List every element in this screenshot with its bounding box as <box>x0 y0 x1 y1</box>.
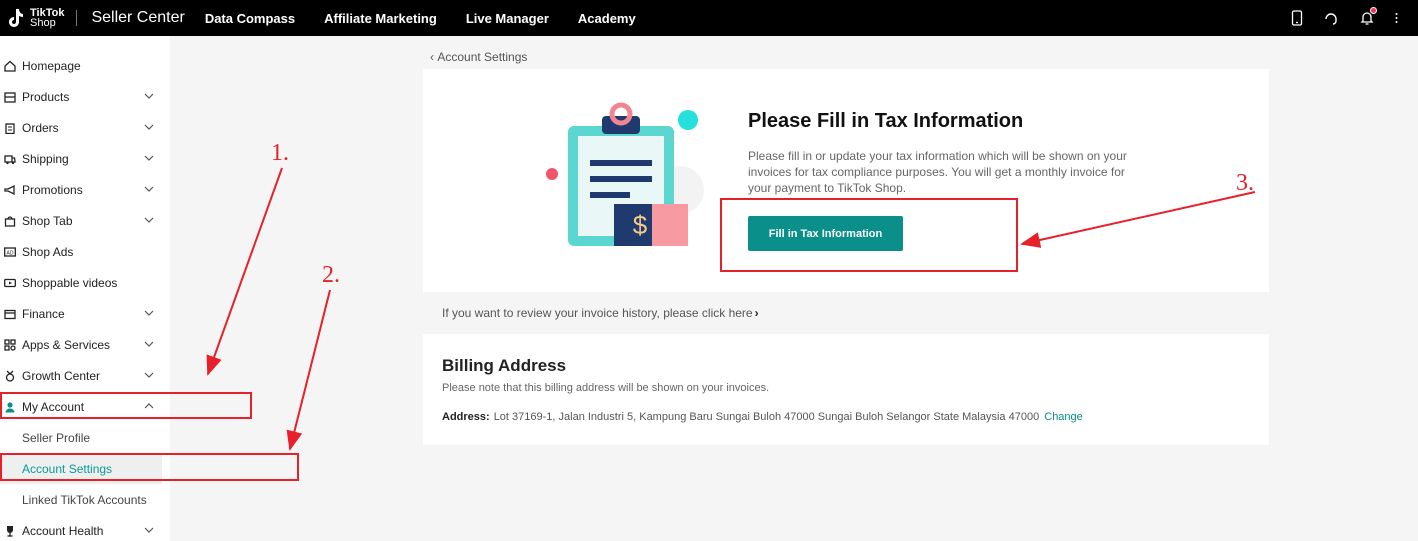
tax-description: Please fill in or update your tax inform… <box>748 149 1127 195</box>
sidebar-item-label: Shoppable videos <box>22 275 118 290</box>
billing-address-row: Address: Lot 37169-1, Jalan Industri 5, K… <box>442 411 1083 423</box>
breadcrumb-label: Account Settings <box>437 50 528 64</box>
logo-divider <box>76 10 78 26</box>
headset-icon[interactable] <box>1323 10 1339 26</box>
more-menu-icon[interactable] <box>1395 12 1398 24</box>
annotation-box-my-account <box>0 392 252 419</box>
sidebar-item-label: Orders <box>22 120 59 135</box>
sidebar-item-account-health[interactable]: Account Health <box>0 515 170 541</box>
logo-line2: Shop <box>30 17 56 29</box>
trophy-icon <box>7 525 13 537</box>
tiktok-shop-logo[interactable]: TikTok Shop <box>6 8 64 29</box>
nav-academy[interactable]: Academy <box>578 11 636 26</box>
sidebar-item-label: Promotions <box>22 182 83 197</box>
chevron-down-icon <box>144 310 154 316</box>
medal-icon <box>5 370 15 382</box>
annotation-number-1: 1. <box>271 140 289 166</box>
breadcrumb[interactable]: ‹ Account Settings <box>430 50 527 64</box>
address-label: Address: <box>442 411 490 423</box>
sidebar-item-label: Shop Ads <box>22 244 74 259</box>
annotation-box-account-settings <box>0 453 299 481</box>
sidebar-item-label: Apps & Services <box>22 337 111 352</box>
chevron-left-icon: ‹ <box>430 50 434 64</box>
billing-title: Billing Address <box>442 356 567 375</box>
top-navbar: TikTok Shop Seller Center Data Compass A… <box>0 0 1418 36</box>
nav-data-compass[interactable]: Data Compass <box>205 11 295 26</box>
shop-bag-icon <box>4 215 16 227</box>
sidebar-item-label: Finance <box>22 306 65 321</box>
sidebar-item-shoppable-videos[interactable]: Shoppable videos <box>0 267 170 298</box>
sidebar-item-shop-ads[interactable]: AD Shop Ads <box>0 236 170 267</box>
sidebar-item-label: Growth Center <box>22 368 101 383</box>
chevron-down-icon <box>144 93 154 99</box>
sidebar-item-shipping[interactable]: Shipping <box>0 143 170 174</box>
chevron-down-icon <box>144 341 154 347</box>
sidebar-item-label: Shop Tab <box>22 213 73 228</box>
billing-note: Please note that this billing address wi… <box>442 382 770 394</box>
home-icon <box>4 60 16 72</box>
sidebar-item-homepage[interactable]: Homepage <box>0 50 170 81</box>
ads-icon: AD <box>4 246 16 257</box>
chevron-down-icon <box>144 124 154 130</box>
annotation-number-3: 3. <box>1236 170 1254 196</box>
tiktok-logo-icon <box>9 9 23 27</box>
chevron-down-icon <box>144 372 154 378</box>
svg-text:$: $ <box>633 210 648 240</box>
sidebar-item-promotions[interactable]: Promotions <box>0 174 170 205</box>
annotation-box-fill-button <box>720 198 1018 272</box>
wallet-icon <box>4 309 16 319</box>
nav-live-manager[interactable]: Live Manager <box>466 11 549 26</box>
tax-title: Please Fill in Tax Information <box>748 110 1024 132</box>
video-icon <box>4 278 16 287</box>
chevron-down-icon <box>144 527 154 533</box>
invoice-history-text: If you want to review your invoice histo… <box>442 306 753 320</box>
seller-center-title[interactable]: Seller Center <box>91 9 184 27</box>
sidebar-item-label: Account Health <box>22 523 104 538</box>
tax-clipboard-illustration: $ <box>546 102 704 246</box>
sidebar-item-label: Products <box>22 89 70 104</box>
annotation-arrow-2 <box>286 289 331 451</box>
sidebar-item-orders[interactable]: Orders <box>0 112 170 143</box>
chevron-down-icon <box>144 186 154 192</box>
sidebar-item-label: Shipping <box>22 151 69 166</box>
sidebar-item-label: Homepage <box>22 58 81 73</box>
mobile-phone-icon[interactable] <box>1291 10 1303 26</box>
change-address-link[interactable]: Change <box>1044 411 1083 423</box>
address-value: Lot 37169-1, Jalan Industri 5, Kampung B… <box>493 411 1040 423</box>
sidebar-item-shop-tab[interactable]: Shop Tab <box>0 205 170 236</box>
chevron-down-icon <box>144 217 154 223</box>
annotation-number-2: 2. <box>322 262 340 288</box>
chevron-down-icon <box>144 155 154 161</box>
sidebar-item-finance[interactable]: Finance <box>0 298 170 329</box>
sidebar-subitem-linked-tiktok-accounts[interactable]: Linked TikTok Accounts <box>0 484 162 515</box>
megaphone-icon <box>4 184 15 195</box>
chevron-right-icon: › <box>754 306 759 320</box>
sidebar-item-apps-services[interactable]: Apps & Services <box>0 329 170 360</box>
clipboard-icon <box>5 122 15 134</box>
truck-icon <box>4 154 16 164</box>
sidebar-item-growth-center[interactable]: Growth Center <box>0 360 170 391</box>
apps-icon <box>4 338 16 351</box>
invoice-history-link[interactable]: If you want to review your invoice histo… <box>442 306 759 320</box>
svg-text:AD: AD <box>7 250 14 256</box>
box-icon <box>4 91 16 103</box>
sidebar-item-products[interactable]: Products <box>0 81 170 112</box>
notification-bell[interactable] <box>1359 7 1377 26</box>
nav-affiliate-marketing[interactable]: Affiliate Marketing <box>324 11 437 26</box>
notification-dot <box>1370 7 1377 14</box>
sidebar-subitem-seller-profile[interactable]: Seller Profile <box>0 422 162 453</box>
annotation-arrow-1 <box>206 167 283 376</box>
